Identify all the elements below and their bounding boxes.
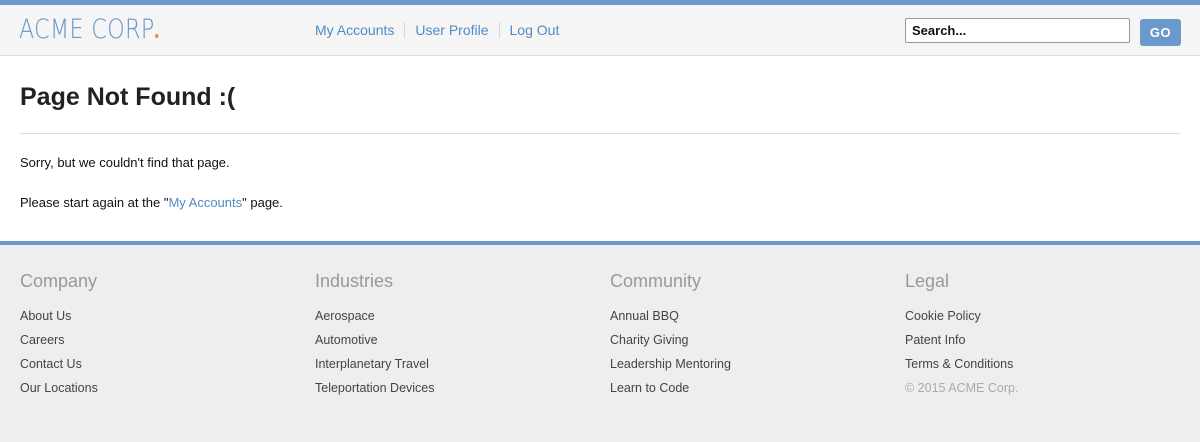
nav-log-out[interactable]: Log Out xyxy=(510,22,560,38)
footer-link-about-us[interactable]: About Us xyxy=(20,308,98,324)
go-button[interactable]: GO xyxy=(1140,19,1181,46)
footer-link-annual-bbq[interactable]: Annual BBQ xyxy=(610,308,731,324)
footer-heading: Community xyxy=(610,271,702,291)
not-found-message: Sorry, but we couldn't find that page. xyxy=(20,155,230,170)
nav-user-profile[interactable]: User Profile xyxy=(415,22,488,38)
nav-my-accounts[interactable]: My Accounts xyxy=(315,22,394,38)
footer-link-interplanetary-travel[interactable]: Interplanetary Travel xyxy=(315,356,435,372)
my-accounts-link[interactable]: My Accounts xyxy=(168,195,242,210)
footer-column-industries: Industries Aerospace Automotive Interpla… xyxy=(315,270,435,404)
main-nav: My Accounts User Profile Log Out xyxy=(315,22,559,38)
header-bar: ACME CORP My Accounts User Profile Log O… xyxy=(0,0,1200,56)
start-again-prefix: Please start again at the " xyxy=(20,195,169,210)
page: ACME CORP My Accounts User Profile Log O… xyxy=(0,0,1200,442)
logo-dot-icon xyxy=(155,34,159,38)
footer-link-leadership-mentoring[interactable]: Leadership Mentoring xyxy=(610,356,731,372)
logo-text: ACME CORP xyxy=(19,14,155,45)
start-again-message: Please start again at the "My Accounts" … xyxy=(20,195,283,211)
footer-link-automotive[interactable]: Automotive xyxy=(315,332,435,348)
footer-heading: Industries xyxy=(315,271,394,291)
page-title: Page Not Found :( xyxy=(20,83,236,111)
footer-link-terms-conditions[interactable]: Terms & Conditions xyxy=(905,356,1018,372)
footer-link-contact-us[interactable]: Contact Us xyxy=(20,356,98,372)
footer-link-careers[interactable]: Careers xyxy=(20,332,98,348)
footer: Company About Us Careers Contact Us Our … xyxy=(0,241,1200,442)
footer-link-learn-to-code[interactable]: Learn to Code xyxy=(610,380,731,396)
search-input[interactable] xyxy=(905,18,1130,43)
footer-heading: Company xyxy=(20,271,98,291)
nav-separator xyxy=(404,22,406,38)
title-divider xyxy=(20,133,1180,134)
copyright-text: © 2015 ACME Corp. xyxy=(905,381,1019,395)
footer-link-charity-giving[interactable]: Charity Giving xyxy=(610,332,731,348)
footer-link-cookie-policy[interactable]: Cookie Policy xyxy=(905,308,1018,324)
nav-separator xyxy=(498,22,500,38)
footer-column-community: Community Annual BBQ Charity Giving Lead… xyxy=(610,270,731,404)
footer-link-teleportation-devices[interactable]: Teleportation Devices xyxy=(315,380,435,396)
footer-column-legal: Legal Cookie Policy Patent Info Terms & … xyxy=(905,270,1018,404)
start-again-suffix: " page. xyxy=(242,195,283,210)
footer-heading: Legal xyxy=(905,271,950,291)
footer-link-patent-info[interactable]: Patent Info xyxy=(905,332,1018,348)
acme-logo[interactable]: ACME CORP xyxy=(19,14,159,45)
footer-link-our-locations[interactable]: Our Locations xyxy=(20,380,98,396)
footer-link-aerospace[interactable]: Aerospace xyxy=(315,308,435,324)
footer-column-company: Company About Us Careers Contact Us Our … xyxy=(20,270,98,404)
